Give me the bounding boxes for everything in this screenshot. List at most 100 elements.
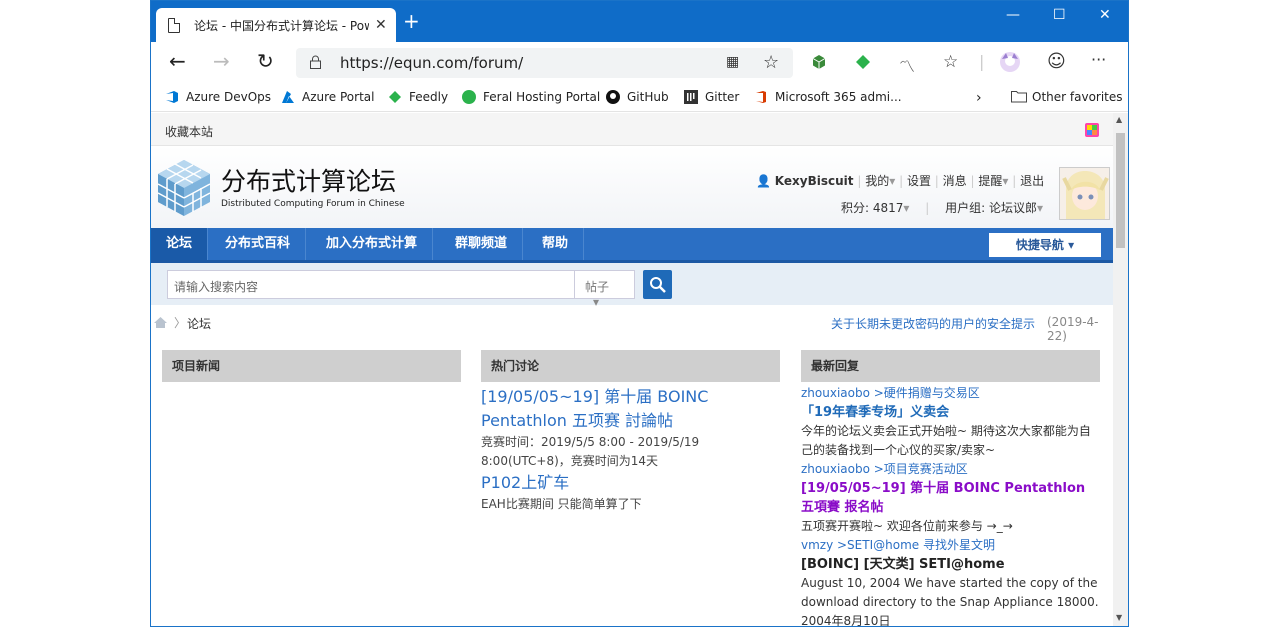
reply-body: August 10, 2004 We have started the copy… <box>801 576 1099 627</box>
bookmark-site-link[interactable]: 收藏本站 <box>165 123 213 140</box>
page-icon <box>168 17 180 33</box>
breadcrumb: 〉 论坛 关于长期未更改密码的用户的安全提示 (2019-4-22) <box>151 305 1113 343</box>
favorite-star-icon[interactable]: ☆ <box>763 52 779 73</box>
chevron-down-icon: ▾ <box>889 174 896 188</box>
nav-chat[interactable]: 群聊频道 <box>440 228 524 260</box>
extension-feedly-icon[interactable] <box>855 54 871 74</box>
search-type-value: 帖子 <box>585 280 610 294</box>
reply-title[interactable]: [BOINC] [天文类] SETI@home <box>801 555 1100 574</box>
bookmark-gitter[interactable]: Gitter <box>684 90 739 104</box>
qr-code-icon[interactable]: ▦ <box>726 54 739 70</box>
more-menu-icon[interactable]: ··· <box>1091 50 1106 69</box>
divider: | <box>899 174 904 188</box>
user-menu: 👤 KexyBiscuit | 我的▾ | 设置 | 消息 | 提醒▾ | 退出 <box>756 172 1044 189</box>
feedback-smiley-icon[interactable]: ☺ <box>1047 51 1066 72</box>
hot-column: 热门讨论 [19/05/05~19] 第十届 BOINC Pentathlon … <box>481 350 780 514</box>
scroll-down-arrow-icon[interactable]: ▼ <box>1116 613 1122 622</box>
profile-avatar-icon[interactable] <box>999 51 1021 77</box>
azure-devops-icon <box>165 90 179 104</box>
bookmarks-overflow-chevron-icon[interactable]: › <box>976 90 982 106</box>
url-text: https://equn.com/forum/ <box>340 54 524 72</box>
quick-nav-button[interactable]: 快捷导航 ▾ <box>989 233 1101 257</box>
menu-reminders[interactable]: 提醒 <box>978 174 1002 188</box>
user-avatar[interactable] <box>1059 167 1110 220</box>
nav-help[interactable]: 帮助 <box>527 228 585 260</box>
hot-topic-link[interactable]: P102上矿车 <box>481 471 780 495</box>
bookmark-feral[interactable]: Feral Hosting Portal <box>462 90 600 104</box>
maximize-button[interactable]: ☐ <box>1053 7 1066 23</box>
reply-title[interactable]: [19/05/05~19] 第十届 BOINC Pentathlon 五項賽 报… <box>801 479 1100 517</box>
lock-icon <box>310 55 321 69</box>
bookmark-label: Feedly <box>409 90 449 104</box>
page-scrollbar[interactable]: ▲ ▼ <box>1113 113 1128 626</box>
bookmark-azure-devops[interactable]: Azure DevOps <box>165 90 271 104</box>
title-bar: 论坛 - 中国分布式计算论坛 - Pow ✕ + — ☐ ✕ <box>151 1 1128 42</box>
refresh-button[interactable]: ↻ <box>257 51 274 71</box>
bookmark-label: Azure DevOps <box>186 90 272 104</box>
hot-topic-link[interactable]: [19/05/05~19] 第十届 BOINC Pentathlon 五项赛 討… <box>481 385 780 433</box>
nav-join[interactable]: 加入分布式计算 <box>311 228 434 260</box>
breadcrumb-current[interactable]: 论坛 <box>187 315 211 332</box>
style-switch-icon[interactable] <box>1085 123 1099 140</box>
bookmark-microsoft-365[interactable]: Microsoft 365 admi... <box>754 90 902 104</box>
browser-toolbar: ← → ↻ https://equn.com/forum/ ▦ ☆ 〽 ☆ | … <box>151 42 1128 84</box>
menu-settings[interactable]: 设置 <box>907 174 931 188</box>
caret-down-icon: ▾ <box>1068 238 1075 252</box>
divider: | <box>925 201 930 215</box>
close-window-button[interactable]: ✕ <box>1099 7 1111 23</box>
minimize-button[interactable]: — <box>1006 7 1020 23</box>
bookmark-feedly[interactable]: Feedly <box>388 90 448 104</box>
site-title[interactable]: 分布式计算论坛 <box>221 162 396 198</box>
home-icon[interactable] <box>153 316 168 329</box>
bookmarks-bar: Azure DevOps Azure Portal Feedly Feral H… <box>151 84 1128 112</box>
reply-meta[interactable]: zhouxiaobo >硬件捐赠与交易区 <box>801 384 1100 403</box>
scroll-up-arrow-icon[interactable]: ▲ <box>1116 115 1122 124</box>
extension-cube-icon[interactable] <box>811 54 827 74</box>
back-button[interactable]: ← <box>169 51 186 71</box>
reply-meta[interactable]: vmzy >SETI@home 寻找外星文明 <box>801 536 1100 555</box>
hot-topic-desc: EAH比赛期间 只能简单算了下 <box>481 497 642 511</box>
bookmark-label: Gitter <box>705 90 740 104</box>
user-points[interactable]: 积分: 4817 <box>841 201 903 215</box>
menu-logout[interactable]: 退出 <box>1020 174 1044 188</box>
bookmark-azure-portal[interactable]: Azure Portal <box>281 90 374 104</box>
site-topbar: 收藏本站 <box>151 113 1113 146</box>
forward-button[interactable]: → <box>213 51 230 71</box>
user-group[interactable]: 用户组: 论坛议郎 <box>945 201 1037 215</box>
user-icon: 👤 <box>756 174 771 188</box>
tab-title: 论坛 - 中国分布式计算论坛 - Pow <box>194 18 369 33</box>
site-subtitle: Distributed Computing Forum in Chinese <box>221 199 405 209</box>
search-input[interactable]: 请输入搜索内容 <box>167 270 575 299</box>
replies-column: 最新回复 zhouxiaobo >硬件捐赠与交易区 「19年春季专场」义卖会 今… <box>801 350 1100 627</box>
quick-nav-label: 快捷导航 <box>1015 238 1064 252</box>
menu-messages[interactable]: 消息 <box>943 174 967 188</box>
github-icon <box>606 90 620 104</box>
reply-meta[interactable]: zhouxiaobo >项目竞赛活动区 <box>801 460 1100 479</box>
security-notice-link[interactable]: 关于长期未更改密码的用户的安全提示 <box>831 315 1035 332</box>
reply-title[interactable]: 「19年春季专场」义卖会 <box>801 403 1100 422</box>
breadcrumb-separator: 〉 <box>174 316 187 330</box>
other-favorites[interactable]: Other favorites <box>1011 90 1123 104</box>
close-tab-icon[interactable]: ✕ <box>375 17 387 33</box>
reply-body: 今年的论坛义卖会正式开始啦~ 期待这次大家都能为自己的装备找到一个心仪的买家/卖… <box>801 424 1091 457</box>
bookmark-github[interactable]: GitHub <box>606 90 669 104</box>
search-type-select[interactable]: 帖子 ▾ <box>575 270 635 309</box>
menu-my[interactable]: 我的 <box>865 174 889 188</box>
notice-date: (2019-4-22) <box>1047 315 1099 343</box>
nav-wiki[interactable]: 分布式百科 <box>210 228 307 260</box>
scrollbar-thumb[interactable] <box>1116 133 1125 248</box>
user-stats: 积分: 4817▾ | 用户组: 论坛议郎▾ <box>841 199 1043 216</box>
new-tab-button[interactable]: + <box>403 11 420 31</box>
divider: | <box>970 174 975 188</box>
browser-tab[interactable]: 论坛 - 中国分布式计算论坛 - Pow ✕ <box>156 8 396 42</box>
feral-icon <box>462 90 476 104</box>
rss-icon[interactable]: 〽 <box>899 53 915 77</box>
favorites-icon[interactable]: ☆ <box>943 52 958 72</box>
divider: | <box>934 174 939 188</box>
search-button[interactable] <box>643 270 672 299</box>
username-link[interactable]: KexyBiscuit <box>775 174 854 188</box>
site-logo-cube-icon[interactable] <box>155 158 213 218</box>
address-bar[interactable]: https://equn.com/forum/ ▦ ☆ <box>296 48 793 78</box>
chevron-down-icon: ▾ <box>1037 201 1044 215</box>
nav-forum[interactable]: 论坛 <box>151 228 209 260</box>
